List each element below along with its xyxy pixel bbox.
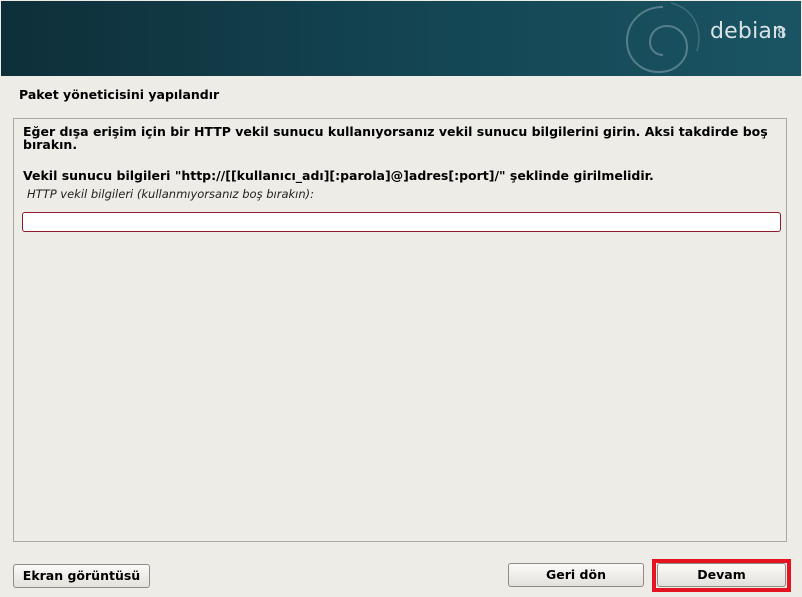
proxy-input[interactable] (22, 212, 781, 232)
proxy-field-label: HTTP vekil bilgileri (kullanmıyorsanız b… (27, 187, 315, 201)
description-text: Eğer dışa erişim için bir HTTP vekil sun… (23, 124, 768, 152)
screenshot-button[interactable]: Ekran görüntüsü (13, 564, 150, 588)
installer-window: debian 8 Paket yöneticisini yapılandır E… (0, 0, 802, 597)
content-panel: Eğer dışa erişim için bir HTTP vekil sun… (13, 118, 787, 542)
back-button[interactable]: Geri dön (508, 563, 644, 587)
header-banner: debian 8 (1, 1, 801, 76)
debian-swirl-icon (625, 2, 700, 74)
format-note: Vekil sunucu bilgileri "http://[[kullanı… (23, 168, 654, 183)
debian-brand: debian (710, 19, 787, 44)
continue-button[interactable]: Devam (657, 563, 786, 587)
page-title: Paket yöneticisini yapılandır (19, 87, 220, 102)
debian-version: 8 (777, 24, 787, 42)
